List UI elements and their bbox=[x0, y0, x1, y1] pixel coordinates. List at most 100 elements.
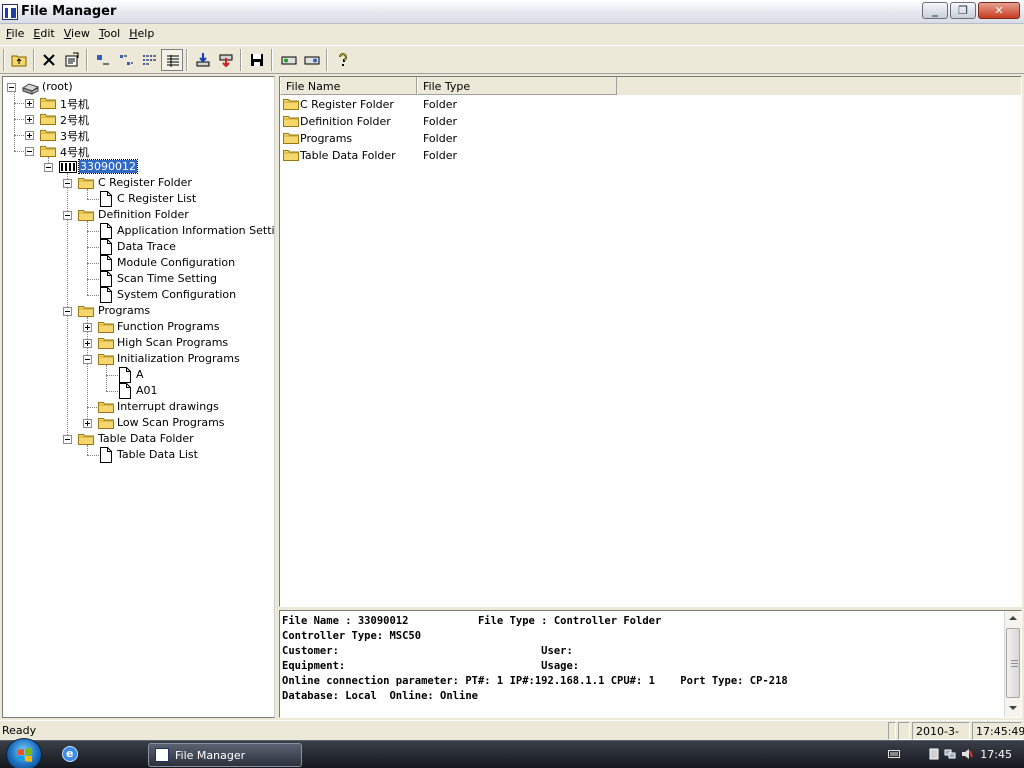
tree-node-table-data-folder[interactable]: Table Data Folder bbox=[3, 431, 273, 447]
help-button[interactable] bbox=[332, 49, 354, 71]
folder-icon bbox=[40, 98, 56, 109]
tree-node-programs[interactable]: Programs bbox=[3, 303, 273, 319]
minimize-button[interactable]: _ bbox=[922, 2, 948, 19]
tree-label-folder: Low Scan Programs bbox=[117, 416, 225, 429]
list-item[interactable]: Definition Folder Folder bbox=[282, 113, 1018, 130]
details-view-button[interactable] bbox=[161, 49, 183, 71]
list-item[interactable]: Programs Folder bbox=[282, 130, 1018, 147]
folder-icon bbox=[78, 210, 94, 221]
tree-node-definition-item[interactable]: Data Trace bbox=[3, 239, 273, 255]
folder-icon bbox=[98, 354, 114, 365]
expand-icon[interactable] bbox=[83, 339, 92, 348]
collapse-icon[interactable] bbox=[83, 355, 92, 364]
window-controls: _ ❐ ✕ bbox=[922, 2, 1020, 19]
tree-node-init-item[interactable]: A01 bbox=[3, 383, 273, 399]
network-icon[interactable] bbox=[944, 748, 956, 760]
expand-icon[interactable] bbox=[83, 419, 92, 428]
tree-node-definition-folder[interactable]: Definition Folder bbox=[3, 207, 273, 223]
collapse-icon[interactable] bbox=[25, 147, 34, 156]
device-icon[interactable] bbox=[928, 748, 940, 760]
tree-node-c-register-list[interactable]: C Register List bbox=[3, 191, 273, 207]
tree-node-high-scan-programs[interactable]: High Scan Programs bbox=[3, 335, 273, 351]
list-item[interactable]: Table Data Folder Folder bbox=[282, 147, 1018, 164]
vertical-scrollbar[interactable] bbox=[1004, 611, 1021, 717]
collapse-icon[interactable] bbox=[63, 179, 72, 188]
tree-node-machine-2[interactable]: 2号机 bbox=[3, 111, 273, 127]
large-icons-icon bbox=[97, 55, 109, 65]
status-time: 17:45:49 bbox=[972, 722, 1024, 740]
list-item[interactable]: C Register Folder Folder bbox=[282, 96, 1018, 113]
tree-node-definition-item[interactable]: Module Configuration bbox=[3, 255, 273, 271]
menu-view[interactable]: View bbox=[60, 24, 95, 44]
menu-file[interactable]: File bbox=[2, 24, 29, 44]
tree-label-machine: 2号机 bbox=[60, 114, 89, 127]
delete-button[interactable] bbox=[38, 49, 60, 71]
menu-help[interactable]: Help bbox=[125, 24, 159, 44]
properties-button[interactable] bbox=[61, 49, 83, 71]
tree-node-root[interactable]: (root) bbox=[3, 79, 273, 95]
large-icons-button[interactable] bbox=[92, 49, 114, 71]
list-item-type: Folder bbox=[423, 98, 457, 111]
tree-node-interrupt-drawings[interactable]: Interrupt drawings bbox=[3, 399, 273, 415]
tree-label-file: Module Configuration bbox=[117, 256, 236, 269]
tree-node-machine-1[interactable]: 1号机 bbox=[3, 95, 273, 111]
scroll-up-button[interactable] bbox=[1005, 611, 1021, 627]
folder-icon bbox=[283, 116, 299, 127]
save-button[interactable] bbox=[246, 49, 268, 71]
tree-node-function-programs[interactable]: Function Programs bbox=[3, 319, 273, 335]
expand-icon[interactable] bbox=[25, 99, 34, 108]
download-button[interactable] bbox=[192, 49, 214, 71]
tree-node-definition-item[interactable]: Scan Time Setting bbox=[3, 271, 273, 287]
scroll-down-button[interactable] bbox=[1005, 700, 1021, 716]
tree-label-file: A bbox=[136, 368, 144, 381]
volume-icon[interactable] bbox=[961, 748, 973, 760]
tree-node-definition-item[interactable]: Application Information Setting bbox=[3, 223, 274, 239]
file-list[interactable]: File Name File Type C Register Folder Fo… bbox=[279, 76, 1022, 607]
browser-icon[interactable]: e bbox=[62, 746, 78, 762]
collapse-icon[interactable] bbox=[63, 307, 72, 316]
menu-tool[interactable]: Tool bbox=[95, 24, 125, 44]
keyboard-icon[interactable] bbox=[888, 748, 900, 760]
tree-node-controller[interactable]: 33090012 bbox=[3, 159, 273, 175]
offline-button[interactable] bbox=[301, 49, 323, 71]
toolbar-separator bbox=[326, 49, 328, 71]
expand-icon[interactable] bbox=[83, 323, 92, 332]
tree-node-machine-4[interactable]: 4号机 bbox=[3, 143, 273, 159]
collapse-icon[interactable] bbox=[63, 435, 72, 444]
properties-panel[interactable]: File Name : 33090012 File Type : Control… bbox=[279, 610, 1022, 718]
start-button[interactable] bbox=[6, 738, 42, 768]
list-item-type: Folder bbox=[423, 132, 457, 145]
tree-node-table-data-list[interactable]: Table Data List bbox=[3, 447, 273, 463]
status-bar: Ready 2010-3-16 17:45:49 bbox=[0, 720, 1024, 751]
collapse-icon[interactable] bbox=[7, 83, 16, 92]
restore-button[interactable]: ❐ bbox=[950, 2, 976, 19]
menu-edit[interactable]: Edit bbox=[29, 24, 59, 44]
expand-icon[interactable] bbox=[25, 131, 34, 140]
column-header-file-type[interactable]: File Type bbox=[417, 77, 617, 95]
tree-node-definition-item[interactable]: System Configuration bbox=[3, 287, 273, 303]
tree-node-machine-3[interactable]: 3号机 bbox=[3, 127, 273, 143]
windows-logo-icon bbox=[18, 748, 32, 762]
folder-icon bbox=[98, 418, 114, 429]
tree-node-init-item[interactable]: A bbox=[3, 367, 273, 383]
taskbar-clock[interactable]: 17:45 bbox=[980, 748, 1012, 761]
list-view-button[interactable] bbox=[138, 49, 160, 71]
scroll-thumb[interactable] bbox=[1006, 628, 1020, 698]
upload-button[interactable] bbox=[215, 49, 237, 71]
collapse-icon[interactable] bbox=[63, 211, 72, 220]
folder-tree[interactable]: (root) 1号机 2号机 3号机 4号机 33090012 C Regist… bbox=[2, 76, 275, 718]
close-button[interactable]: ✕ bbox=[978, 2, 1020, 19]
save-icon bbox=[251, 54, 263, 66]
expand-icon[interactable] bbox=[25, 115, 34, 124]
tree-node-low-scan-programs[interactable]: Low Scan Programs bbox=[3, 415, 273, 431]
folder-icon bbox=[40, 114, 56, 125]
column-header-file-name[interactable]: File Name bbox=[280, 77, 417, 95]
title-bar: File Manager _ ❐ ✕ bbox=[0, 0, 1024, 24]
up-folder-button[interactable] bbox=[8, 49, 30, 71]
taskbar-app-file-manager[interactable]: File Manager bbox=[148, 743, 302, 767]
collapse-icon[interactable] bbox=[44, 163, 53, 172]
tree-node-c-register-folder[interactable]: C Register Folder bbox=[3, 175, 273, 191]
small-icons-button[interactable] bbox=[115, 49, 137, 71]
tree-node-initialization-programs[interactable]: Initialization Programs bbox=[3, 351, 273, 367]
online-button[interactable] bbox=[278, 49, 300, 71]
